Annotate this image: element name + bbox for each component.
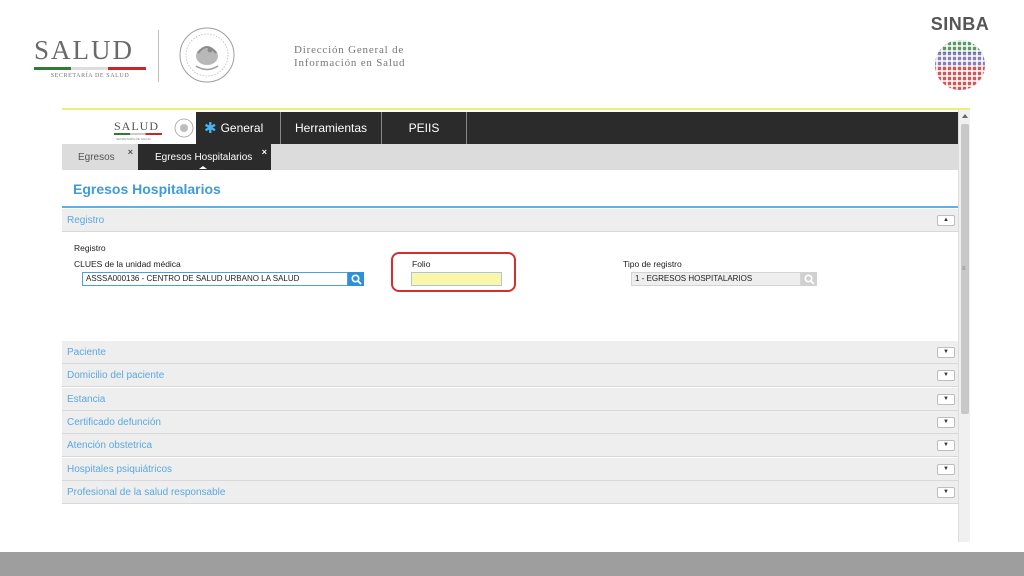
header-divider [158, 30, 159, 82]
nav-herramientas[interactable]: Herramientas [281, 112, 382, 144]
section-hospitales-psiquiatricos[interactable]: Hospitales psiquiátricos ▼ [62, 458, 958, 481]
app-logo-stripe [114, 133, 162, 135]
tipo-registro-search-button[interactable] [801, 272, 817, 286]
search-icon [350, 273, 362, 285]
footer-band [0, 552, 1024, 576]
sinba-logo: SINBA [925, 14, 995, 100]
page-title: Egresos Hospitalarios [73, 181, 221, 197]
section-paciente[interactable]: Paciente ▼ [62, 341, 958, 364]
section-label: Atención obstetrica [67, 440, 153, 451]
salud-logo-subtitle: SECRETARÍA DE SALUD [50, 73, 130, 79]
expand-down-icon[interactable]: ▼ [937, 347, 955, 358]
close-icon[interactable]: × [262, 147, 267, 157]
clues-input[interactable]: ASSSA000136 - CENTRO DE SALUD URBANO LA … [82, 272, 348, 286]
sinba-globe-icon [935, 40, 985, 90]
section-domicilio[interactable]: Domicilio del paciente ▼ [62, 364, 958, 387]
nav-general-label: General [220, 121, 264, 135]
expand-down-icon[interactable]: ▼ [937, 417, 955, 428]
dgis-title: Dirección General de Información en Salu… [294, 44, 405, 70]
salud-logo: SALUD SECRETARÍA DE SALUD [34, 36, 154, 79]
expand-down-icon[interactable]: ▼ [937, 440, 955, 451]
vertical-scrollbar[interactable]: ≡ [958, 110, 970, 542]
top-nav-bar: SALUD SECRETARÍA DE SALUD ✱ General Herr… [62, 112, 958, 144]
section-profesional-salud[interactable]: Profesional de la salud responsable ▼ [62, 481, 958, 504]
title-underline [62, 206, 958, 208]
salud-logo-stripe [34, 67, 146, 70]
close-icon[interactable]: × [128, 147, 133, 157]
app-window: SALUD SECRETARÍA DE SALUD ✱ General Herr… [62, 108, 970, 542]
section-estancia[interactable]: Estancia ▼ [62, 388, 958, 411]
clues-label: CLUES de la unidad médica [74, 259, 181, 269]
nav-general[interactable]: ✱ General [196, 112, 281, 144]
slide: SALUD SECRETARÍA DE SALUD Dirección Gene… [0, 0, 1024, 576]
salud-logo-word: SALUD [34, 35, 135, 65]
tab-egresos-hospitalarios-label: Egresos Hospitalarios [155, 151, 253, 163]
search-icon [803, 273, 815, 285]
tipo-registro-input[interactable]: 1 - EGRESOS HOSPITALARIOS [631, 272, 801, 286]
section-label: Hospitales psiquiátricos [67, 464, 173, 475]
section-label: Profesional de la salud responsable [67, 487, 226, 498]
tabs-row: Egresos × Egresos Hospitalarios × [62, 144, 958, 170]
expand-down-icon[interactable]: ▼ [937, 394, 955, 405]
folio-highlight-annotation [391, 252, 516, 292]
tab-egresos-hospitalarios[interactable]: Egresos Hospitalarios × [138, 144, 271, 170]
gear-snowflake-icon: ✱ [204, 120, 217, 137]
expand-down-icon[interactable]: ▼ [937, 464, 955, 475]
app-seal-icon [174, 118, 194, 138]
expand-down-icon[interactable]: ▼ [937, 487, 955, 498]
dgis-line-2: Información en Salud [294, 57, 406, 69]
expand-down-icon[interactable]: ▼ [937, 370, 955, 381]
clues-search-button[interactable] [348, 272, 364, 286]
section-registro[interactable]: Registro ▲ [62, 209, 958, 232]
tab-egresos[interactable]: Egresos × [62, 144, 138, 170]
section-registro-label: Registro [67, 215, 105, 226]
active-tab-caret-icon [199, 166, 207, 169]
app-logo-word: SALUD [114, 119, 160, 133]
collapse-up-icon[interactable]: ▲ [937, 215, 955, 226]
scroll-grip-icon: ≡ [962, 266, 966, 272]
section-label: Estancia [67, 394, 106, 405]
mexico-seal-icon [179, 27, 235, 83]
tipo-registro-label: Tipo de registro [623, 259, 682, 269]
sinba-title: SINBA [930, 14, 990, 34]
app-logo: SALUD SECRETARÍA DE SALUD [62, 112, 196, 144]
section-label: Certificado defunción [67, 417, 161, 428]
scroll-up-arrow-icon[interactable] [962, 114, 968, 118]
app-logo-sub: SECRETARÍA DE SALUD [116, 137, 151, 141]
registro-group-label: Registro [74, 243, 106, 253]
dgis-line-1: Dirección General de [294, 44, 405, 56]
main-nav: ✱ General Herramientas PEIIS [196, 112, 467, 144]
section-label: Paciente [67, 347, 106, 358]
section-atencion-obstetrica[interactable]: Atención obstetrica ▼ [62, 434, 958, 457]
tab-egresos-label: Egresos [78, 151, 115, 163]
nav-peiis[interactable]: PEIIS [382, 112, 467, 144]
section-certificado-defuncion[interactable]: Certificado defunción ▼ [62, 411, 958, 434]
section-label: Domicilio del paciente [67, 370, 165, 381]
